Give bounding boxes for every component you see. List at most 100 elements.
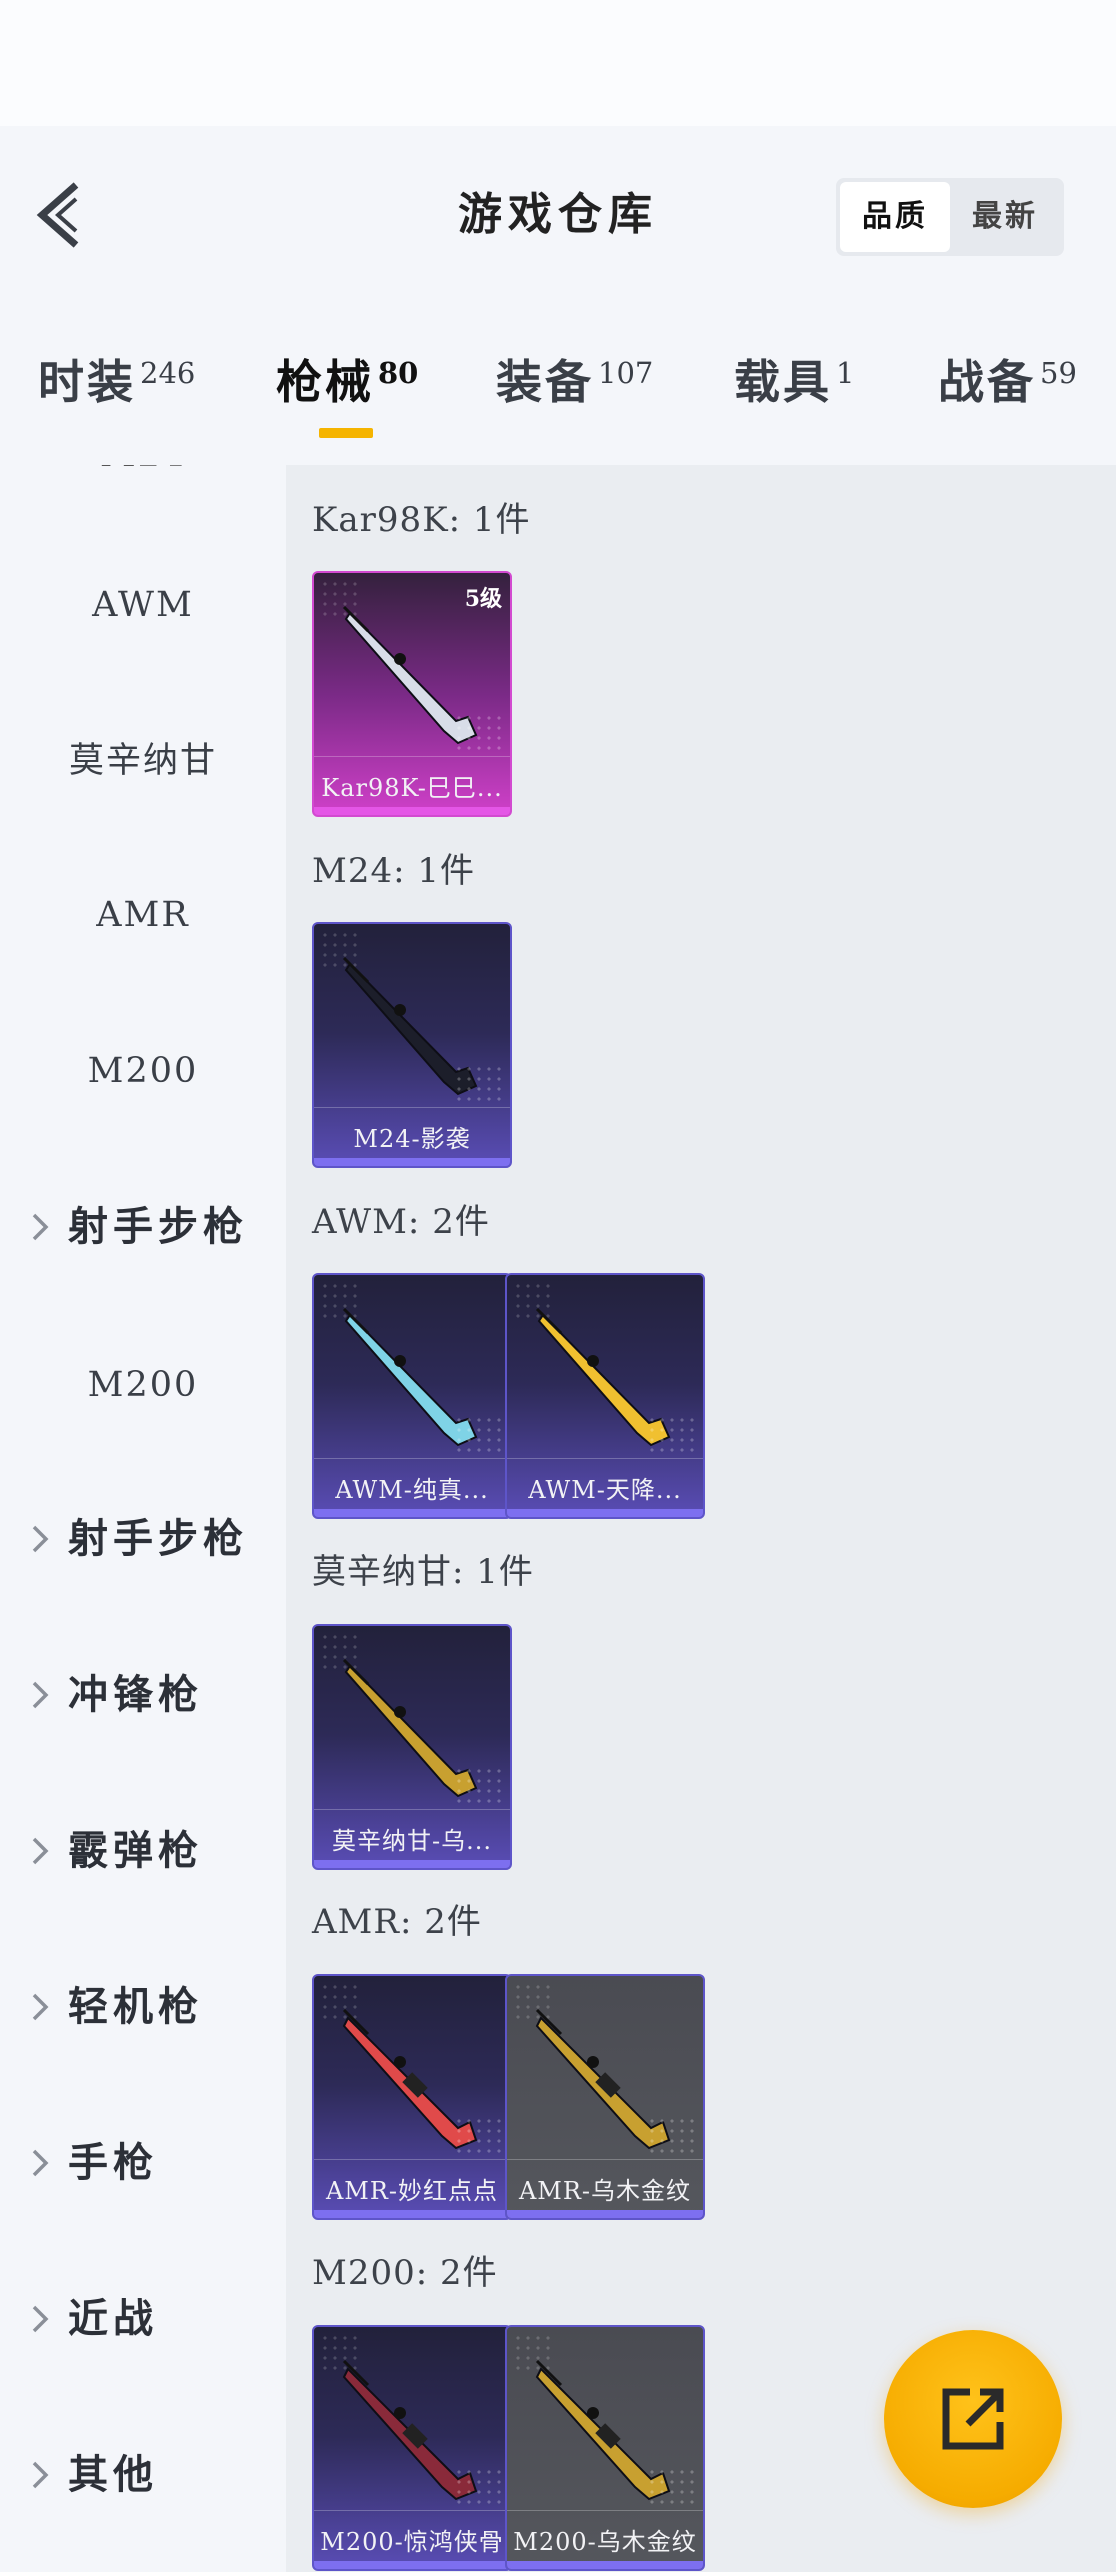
tab-label: 载具	[734, 355, 832, 409]
sidebar-item-label: 轻机枪	[68, 1983, 203, 2030]
sidebar-item[interactable]: 射手步枪	[0, 1499, 286, 1579]
card-pattern	[454, 2467, 504, 2507]
tab-count: 107	[598, 356, 654, 390]
sidebar-item[interactable]: 手枪	[0, 2123, 286, 2203]
rarity-bar	[314, 1158, 510, 1166]
tab-count: 246	[140, 356, 196, 390]
sidebar-item-label: 射手步枪	[68, 1203, 248, 1250]
sidebar-item[interactable]: 近战	[0, 2279, 286, 2359]
tab-count: 59	[1040, 356, 1077, 390]
item-card[interactable]: AWM-天降...	[505, 1273, 705, 1519]
card-pattern	[454, 1064, 504, 1104]
sidebar-item-label: M200	[87, 1365, 199, 1405]
item-card[interactable]: M200-惊鸿侠骨	[312, 2325, 512, 2571]
sidebar: M24 AWM 莫辛纳甘 AMR M200 射手步枪 M200 射手步枪冲锋枪霰弹枪轻机枪手…	[0, 465, 286, 2572]
sidebar-item-label: AWM	[92, 585, 194, 625]
sidebar-item[interactable]: 轻机枪	[0, 1967, 286, 2047]
sort-latest-button[interactable]: 最新	[950, 182, 1060, 252]
tab-guns[interactable]: 枪械 80	[276, 346, 418, 416]
item-card[interactable]: AMR-妙红点点	[312, 1974, 512, 2220]
chevron-right-icon	[32, 2305, 49, 2333]
sort-quality-button[interactable]: 品质	[840, 182, 950, 252]
section-title: Kar98K: 1件	[312, 500, 531, 540]
card-pattern	[647, 1415, 697, 1455]
sidebar-item-label: 其他	[68, 2451, 158, 2498]
sidebar-item-label: 霰弹枪	[68, 1827, 203, 1874]
card-divider	[314, 756, 510, 757]
sidebar-item-label: 近战	[68, 2295, 158, 2342]
sidebar-item-label: 冲锋枪	[68, 1671, 203, 1718]
item-name: AMR-乌木金纹	[518, 2177, 692, 2205]
card-divider	[507, 1458, 703, 1459]
card-divider	[507, 2159, 703, 2160]
tab-fashion[interactable]: 时装 246	[38, 346, 195, 416]
tab-label: 枪械	[276, 355, 374, 409]
tab-count: 80	[378, 356, 419, 390]
card-divider	[314, 1809, 510, 1810]
sidebar-item[interactable]: 其他	[0, 2435, 286, 2515]
status-bar	[0, 0, 1116, 126]
card-pattern	[647, 2116, 697, 2156]
item-name: AMR-妙红点点	[325, 2177, 499, 2205]
section-title: 莫辛纳甘: 1件	[312, 1552, 534, 1592]
item-name: M200-乌木金纹	[513, 2528, 697, 2556]
sidebar-item[interactable]: 霰弹枪	[0, 1811, 286, 1891]
section-title: AWM: 2件	[312, 1202, 490, 1242]
sidebar-item[interactable]: 冲锋枪	[0, 1655, 286, 1735]
rarity-bar	[507, 2561, 703, 2569]
category-tabs: 时装 246 枪械 80 装备 107 载具 1 战备 59	[0, 330, 1116, 440]
chevron-right-icon	[32, 1837, 49, 1865]
item-card[interactable]: 莫辛纳甘-乌...	[312, 1624, 512, 1870]
sort-toggle: 品质 最新	[836, 178, 1064, 256]
item-name: M24-影袭	[353, 1125, 471, 1153]
rarity-bar	[314, 1860, 510, 1868]
chevron-right-icon	[32, 1993, 49, 2021]
rarity-bar	[507, 2210, 703, 2218]
chevron-right-icon	[32, 1525, 49, 1553]
sidebar-item[interactable]: 射手步枪	[0, 1187, 286, 1267]
chevron-right-icon	[32, 1213, 49, 1241]
share-external-icon	[942, 2388, 1004, 2450]
tab-vehicles[interactable]: 载具 1	[734, 346, 854, 416]
section-title: M24: 1件	[312, 851, 475, 891]
rarity-bar	[314, 2210, 510, 2218]
sidebar-item-label: 莫辛纳甘	[68, 741, 217, 781]
rarity-bar	[314, 2561, 510, 2569]
tab-supplies[interactable]: 战备 59	[938, 346, 1077, 416]
share-button[interactable]	[884, 2330, 1062, 2508]
active-tab-indicator	[319, 428, 373, 438]
card-divider	[314, 2159, 510, 2160]
card-pattern	[647, 2467, 697, 2507]
section-title: M200: 2件	[312, 2253, 498, 2293]
item-card[interactable]: M24-影袭	[312, 922, 512, 1168]
sidebar-item-partial[interactable]: M24	[0, 465, 286, 495]
sidebar-item[interactable]: AWM	[0, 565, 286, 645]
sidebar-item[interactable]: M200	[0, 1031, 286, 1111]
item-name: M200-惊鸿侠骨	[320, 2528, 504, 2556]
card-divider	[314, 1458, 510, 1459]
tab-equipment[interactable]: 装备 107	[496, 346, 653, 416]
chevron-right-icon	[32, 1681, 49, 1709]
item-name: Kar98K-巳巳...	[321, 774, 503, 802]
card-divider	[507, 2510, 703, 2511]
card-divider	[314, 1107, 510, 1108]
sidebar-item[interactable]: M200	[0, 1345, 286, 1425]
tab-count: 1	[836, 356, 855, 390]
sidebar-item-label: AMR	[96, 895, 190, 935]
chevron-right-icon	[32, 2461, 49, 2489]
item-card[interactable]: AWM-纯真...	[312, 1273, 512, 1519]
rarity-bar	[314, 807, 510, 815]
sidebar-item[interactable]: AMR	[0, 875, 286, 955]
sidebar-item[interactable]: 莫辛纳甘	[0, 721, 286, 801]
item-name: AWM-纯真...	[335, 1476, 489, 1504]
card-divider	[314, 2510, 510, 2511]
sidebar-item-label: 射手步枪	[68, 1515, 248, 1562]
item-card[interactable]: AMR-乌木金纹	[505, 1974, 705, 2220]
item-name: AWM-天降...	[528, 1476, 682, 1504]
item-card[interactable]: 5级 Kar98K-巳巳...	[312, 571, 512, 817]
tab-label: 战备	[938, 355, 1036, 409]
item-card[interactable]: M200-乌木金纹	[505, 2325, 705, 2571]
card-pattern	[454, 1766, 504, 1806]
chevron-right-icon	[32, 2149, 49, 2177]
card-pattern	[454, 713, 504, 753]
